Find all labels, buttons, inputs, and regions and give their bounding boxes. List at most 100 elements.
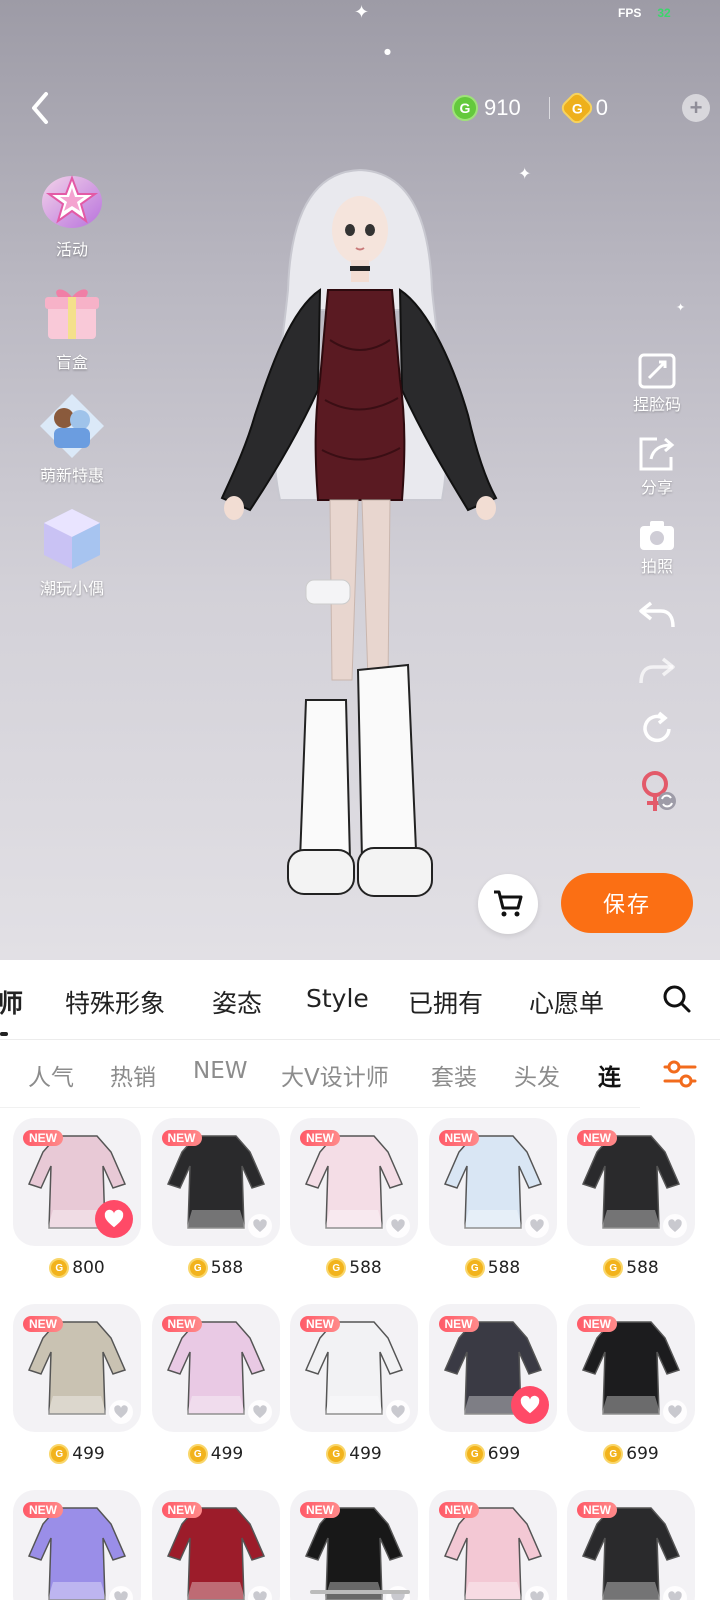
- subtab-dress[interactable]: 连: [598, 1058, 621, 1092]
- tab-special-image[interactable]: 特殊形象: [65, 984, 165, 1020]
- face-code-button[interactable]: 捏脸码: [620, 352, 694, 415]
- gold-coin-icon: G: [49, 1258, 70, 1278]
- redo-button[interactable]: [620, 653, 694, 689]
- outfit-item[interactable]: NEW G 800: [13, 1118, 141, 1298]
- subtab-popular[interactable]: 人气: [28, 1058, 74, 1092]
- menu-item-blind-box[interactable]: 盲盒: [34, 279, 110, 392]
- left-menu: 活动 盲盒 萌新特惠 潮玩小偶: [34, 166, 110, 618]
- heart-icon: [114, 1591, 128, 1600]
- outfit-item[interactable]: NEW: [151, 1490, 280, 1600]
- gold-coin-icon: G: [603, 1444, 624, 1464]
- new-badge: NEW: [23, 1316, 63, 1332]
- outfit-item[interactable]: NEW G 699: [567, 1304, 695, 1484]
- tab-designer[interactable]: 师: [0, 984, 23, 1020]
- recharge-button[interactable]: +: [682, 94, 710, 122]
- gold-coin-icon: G: [326, 1258, 347, 1278]
- favorite-button[interactable]: [386, 1214, 410, 1238]
- sparkle-icon: ✦: [518, 164, 532, 183]
- filter-subtabs: 人气 热销 NEW 大V设计师 套装 头发 连: [0, 1040, 720, 1108]
- subtab-hair[interactable]: 头发: [514, 1058, 560, 1092]
- favorite-button[interactable]: [247, 1586, 272, 1600]
- cart-button[interactable]: [478, 874, 538, 934]
- face-code-label: 捏脸码: [632, 395, 681, 414]
- favorite-button[interactable]: [247, 1400, 272, 1424]
- outfit-item[interactable]: NEW: [567, 1490, 695, 1600]
- reset-button[interactable]: [620, 709, 694, 749]
- menu-item-figure[interactable]: 潮玩小偶: [34, 505, 110, 618]
- subtab-set[interactable]: 套装: [431, 1058, 477, 1092]
- outfit-thumbnail: NEW: [290, 1304, 418, 1432]
- tab-style[interactable]: Style: [306, 984, 369, 1013]
- menu-item-activity[interactable]: 活动: [34, 166, 110, 279]
- favorite-button[interactable]: [247, 1214, 272, 1238]
- camera-label: 拍照: [640, 557, 673, 576]
- outfit-thumbnail: NEW: [567, 1304, 695, 1432]
- face-code-icon: [638, 353, 676, 389]
- subtab-new[interactable]: NEW: [193, 1058, 247, 1084]
- gift-box-icon: [38, 279, 106, 347]
- fps-counter: FPS 32: [618, 6, 671, 20]
- save-button[interactable]: 保存: [561, 873, 693, 933]
- fps-value: 32: [657, 6, 671, 20]
- sparkle-icon: ✦: [354, 2, 370, 23]
- outfit-thumbnail: NEW: [13, 1304, 141, 1432]
- new-badge: NEW: [577, 1316, 617, 1332]
- back-button[interactable]: [22, 88, 62, 128]
- outfit-item[interactable]: NEW: [290, 1490, 418, 1600]
- heart-icon: [252, 1405, 267, 1418]
- heart-icon: [252, 1219, 267, 1232]
- outfit-item[interactable]: NEW G 499: [13, 1304, 141, 1484]
- favorite-button[interactable]: [510, 1386, 549, 1424]
- share-button[interactable]: 分享: [620, 435, 694, 498]
- undo-button[interactable]: [620, 597, 694, 633]
- heart-icon: [529, 1219, 544, 1232]
- outfit-item[interactable]: NEW G 588: [567, 1118, 695, 1298]
- favorite-button[interactable]: [663, 1400, 687, 1424]
- outfit-item[interactable]: NEW G 588: [151, 1118, 280, 1298]
- new-badge: NEW: [300, 1130, 340, 1146]
- redo-icon: [639, 657, 675, 684]
- price-value: 499: [349, 1444, 382, 1464]
- reset-icon: [643, 711, 671, 743]
- new-badge: NEW: [23, 1502, 63, 1518]
- favorite-button[interactable]: [95, 1200, 133, 1238]
- outfit-item[interactable]: NEW G 499: [151, 1304, 280, 1484]
- outfit-item[interactable]: NEW G 588: [290, 1118, 418, 1298]
- subtab-hot[interactable]: 热销: [110, 1058, 156, 1092]
- outfit-item[interactable]: NEW: [428, 1490, 557, 1600]
- avatar-character[interactable]: [210, 160, 510, 920]
- avatar-scene: FPS 32 ✦ ✦ ✦ ● G 910 G 0 + 活动 盲盒 萌新特惠 潮玩…: [0, 0, 720, 960]
- price-value: 699: [626, 1444, 659, 1464]
- menu-item-newbie-deal[interactable]: 萌新特惠: [34, 392, 110, 505]
- search-button[interactable]: [662, 984, 692, 1018]
- camera-button[interactable]: 拍照: [620, 518, 694, 577]
- price-value: 588: [487, 1258, 521, 1278]
- gold-coin-icon: G: [187, 1444, 208, 1464]
- heart-icon: [668, 1591, 682, 1600]
- favorite-button[interactable]: [663, 1214, 687, 1238]
- filter-button[interactable]: [640, 1040, 720, 1108]
- outfit-item[interactable]: NEW G 588: [428, 1118, 557, 1298]
- favorite-button[interactable]: [524, 1586, 549, 1600]
- outfit-item[interactable]: NEW G 499: [290, 1304, 418, 1484]
- outfit-item[interactable]: NEW: [13, 1490, 141, 1600]
- sparkle-icon: ✦: [676, 301, 686, 314]
- tab-owned[interactable]: 已拥有: [408, 984, 483, 1020]
- price-value: 800: [72, 1258, 105, 1278]
- outfit-thumbnail: NEW: [13, 1118, 141, 1246]
- new-badge: NEW: [161, 1316, 202, 1332]
- outfit-item[interactable]: NEW G 699: [428, 1304, 557, 1484]
- favorite-button[interactable]: [386, 1400, 410, 1424]
- item-price: G 499: [290, 1444, 418, 1464]
- item-price: G 588: [152, 1258, 280, 1278]
- heart-icon: [529, 1591, 544, 1600]
- subtab-designer[interactable]: 大V设计师: [281, 1058, 389, 1092]
- favorite-button[interactable]: [109, 1400, 133, 1424]
- tab-wishlist[interactable]: 心愿单: [529, 984, 604, 1020]
- gender-switch-button[interactable]: [620, 769, 694, 815]
- green-coin-balance: 910: [484, 95, 521, 120]
- favorite-button[interactable]: [524, 1214, 549, 1238]
- new-badge: NEW: [438, 1316, 479, 1332]
- tab-pose[interactable]: 姿态: [212, 984, 262, 1020]
- menu-item-label: 潮玩小偶: [39, 579, 104, 598]
